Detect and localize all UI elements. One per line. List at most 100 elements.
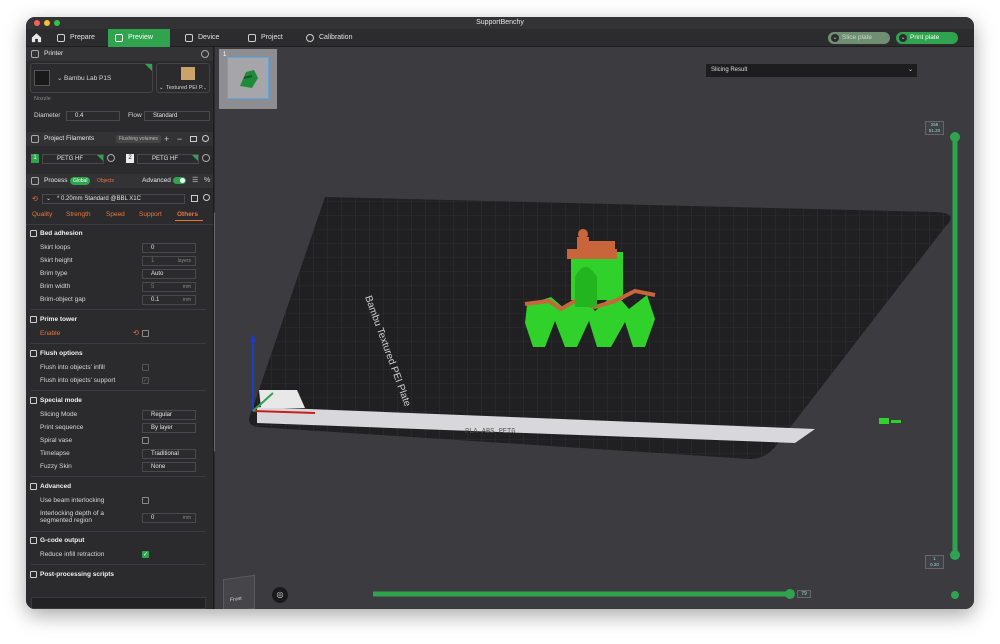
home-icon[interactable] [31,32,42,43]
flush-infill-checkbox[interactable] [142,364,149,371]
slice-plate-button[interactable]: ⌄ Slice plate [828,32,890,44]
flow-select[interactable]: Standard [144,111,210,121]
spiral-vase-checkbox[interactable] [142,437,149,444]
sync-icon[interactable] [190,136,197,142]
filament-index-1: 1 [31,154,39,163]
filament-remove-icon[interactable] [202,154,210,162]
global-toggle[interactable]: Global [70,177,91,185]
process-header: Process Global Objects Advanced ☰ % [26,174,213,188]
filaments-header: Project Filaments Flushing volumes + − [26,132,213,146]
divider [26,224,213,225]
objects-toggle[interactable]: Objects [97,174,114,188]
minimize-window-button[interactable] [44,20,50,26]
prime-tower-checkbox[interactable] [142,330,149,337]
view-cube[interactable]: Front [223,574,255,609]
compare-icon[interactable]: % [204,174,210,188]
timelapse-label: Timelapse [40,450,70,457]
chevron-down-icon: ⌄ [46,196,52,202]
slicing-mode-select[interactable]: Regular [142,410,196,420]
active-tab-underline [175,220,203,221]
fuzzy-skin-select[interactable]: None [142,462,196,472]
tab-prepare[interactable]: Prepare [50,29,108,47]
brim-type-select[interactable]: Auto [142,269,196,279]
section-title: Bed adhesion [40,230,83,237]
beam-interlocking-checkbox[interactable] [142,497,149,504]
tab-strength[interactable]: Strength [66,211,91,218]
tab-others[interactable]: Others [177,211,198,218]
brim-gap-input[interactable]: 0.1 mm [142,295,196,305]
plate-selector[interactable]: ⌄ Textured PEI P... [156,63,210,93]
section-prime-tower: Prime tower [26,316,211,323]
brim-width-label: Brim width [40,283,71,290]
reduce-retraction-label: Reduce infill retraction [40,551,105,558]
gear-icon[interactable] [202,135,209,142]
layer-slider-bottom-handle[interactable] [950,550,960,560]
fuzzy-skin-value: None [151,464,166,470]
nozzle-label: Nozzle [34,96,51,102]
zoom-window-button[interactable] [54,20,60,26]
move-slider-handle[interactable] [785,589,795,599]
slicing-mode-label: Slicing Mode [40,411,78,418]
skirt-height-input[interactable]: 1 layers [142,256,196,266]
tab-device[interactable]: Device [178,29,234,47]
flushing-volumes-button[interactable]: Flushing volumes [116,135,161,143]
printer-selector[interactable]: ⌄ Bambu Lab P1S [30,63,153,93]
remove-filament-icon[interactable]: − [177,132,182,146]
close-window-button[interactable] [34,20,40,26]
tab-label: Calibration [319,34,353,41]
divider [31,390,206,391]
tab-label: Project [261,34,283,41]
filament-index-2: 2 [126,154,134,163]
fit-view-icon[interactable]: ◎ [272,587,288,603]
flow-label: Flow [128,112,142,119]
filament-select-1[interactable]: PETG HF [42,154,104,164]
window-title: SupportBenchy [476,19,524,26]
timelapse-value: Traditional [151,451,179,457]
divider [31,564,206,565]
skirt-loops-input[interactable]: 0 [142,243,196,253]
post-processing-input[interactable] [31,597,206,609]
timelapse-select[interactable]: Traditional [142,449,196,459]
gear-icon[interactable] [201,50,209,58]
tab-label: Device [198,34,220,41]
view-cube-front-label: Front [230,595,242,604]
interlocking-depth-label: Interlocking depth of a segmented region [40,510,104,524]
cube-icon [57,34,65,42]
tab-calibration[interactable]: Calibration [299,29,369,47]
process-preset-select[interactable]: ⌄ * 0.20mm Standard @BBL X1C [42,194,185,204]
save-icon[interactable] [191,195,198,202]
tab-speed[interactable]: Speed [106,211,125,218]
settings-dot-icon[interactable] [951,591,959,599]
section-post-processing: Post-processing scripts [26,571,211,578]
filament-remove-icon[interactable] [107,154,115,162]
brim-width-input[interactable]: 5 mm [142,282,196,292]
print-sequence-select[interactable]: By layer [142,423,196,433]
title-bar: SupportBenchy [26,17,974,29]
section-title: Prime tower [40,316,78,323]
interlocking-depth-input[interactable]: 0 mm [142,513,196,523]
tab-preview[interactable]: Preview [108,29,170,47]
diameter-label: Diameter [34,112,61,119]
tab-support[interactable]: Support [139,211,162,218]
advanced-switch[interactable] [173,177,186,184]
diameter-value: 0.4 [75,113,84,119]
diameter-select[interactable]: 0.4 [66,111,120,121]
filament-select-2[interactable]: PETG HF [137,154,199,164]
print-plate-button[interactable]: ⌄ Print plate [896,32,958,44]
reduce-retraction-checkbox[interactable]: ✓ [142,551,149,558]
skirt-height-value: 1 [151,258,155,264]
tab-project[interactable]: Project [241,29,297,47]
list-icon[interactable]: ☰ [192,174,198,188]
add-filament-icon[interactable]: + [164,132,169,146]
layer-slider-top-handle[interactable] [950,132,960,142]
flush-support-checkbox[interactable]: ✓ [142,377,149,384]
search-icon[interactable] [203,194,210,201]
layer-bottom-label: 1 0.20 [925,555,944,569]
reset-icon[interactable]: ⟲ [133,329,139,337]
section-title: Flush options [40,350,83,357]
window-controls [34,20,60,26]
3d-viewport[interactable]: 1 Slicing Result ⌄ Bambu Textured PEI Pla… [215,47,974,609]
filament-icon [31,135,39,143]
move-value-label: 79 [797,590,811,598]
tab-quality[interactable]: Quality [32,211,52,218]
